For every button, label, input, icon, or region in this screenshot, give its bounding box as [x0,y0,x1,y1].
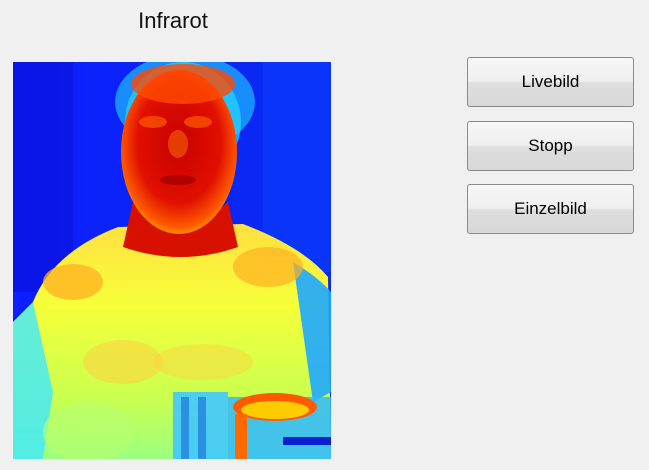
single-image-button[interactable]: Einzelbild [467,184,634,234]
thermal-image-view [13,62,331,459]
thermal-image [13,62,331,459]
app-window: Infrarot Livebild Stopp Einzelbild [0,0,649,470]
stop-button[interactable]: Stopp [467,121,634,171]
live-image-button[interactable]: Livebild [467,57,634,107]
page-title: Infrarot [138,8,208,33]
